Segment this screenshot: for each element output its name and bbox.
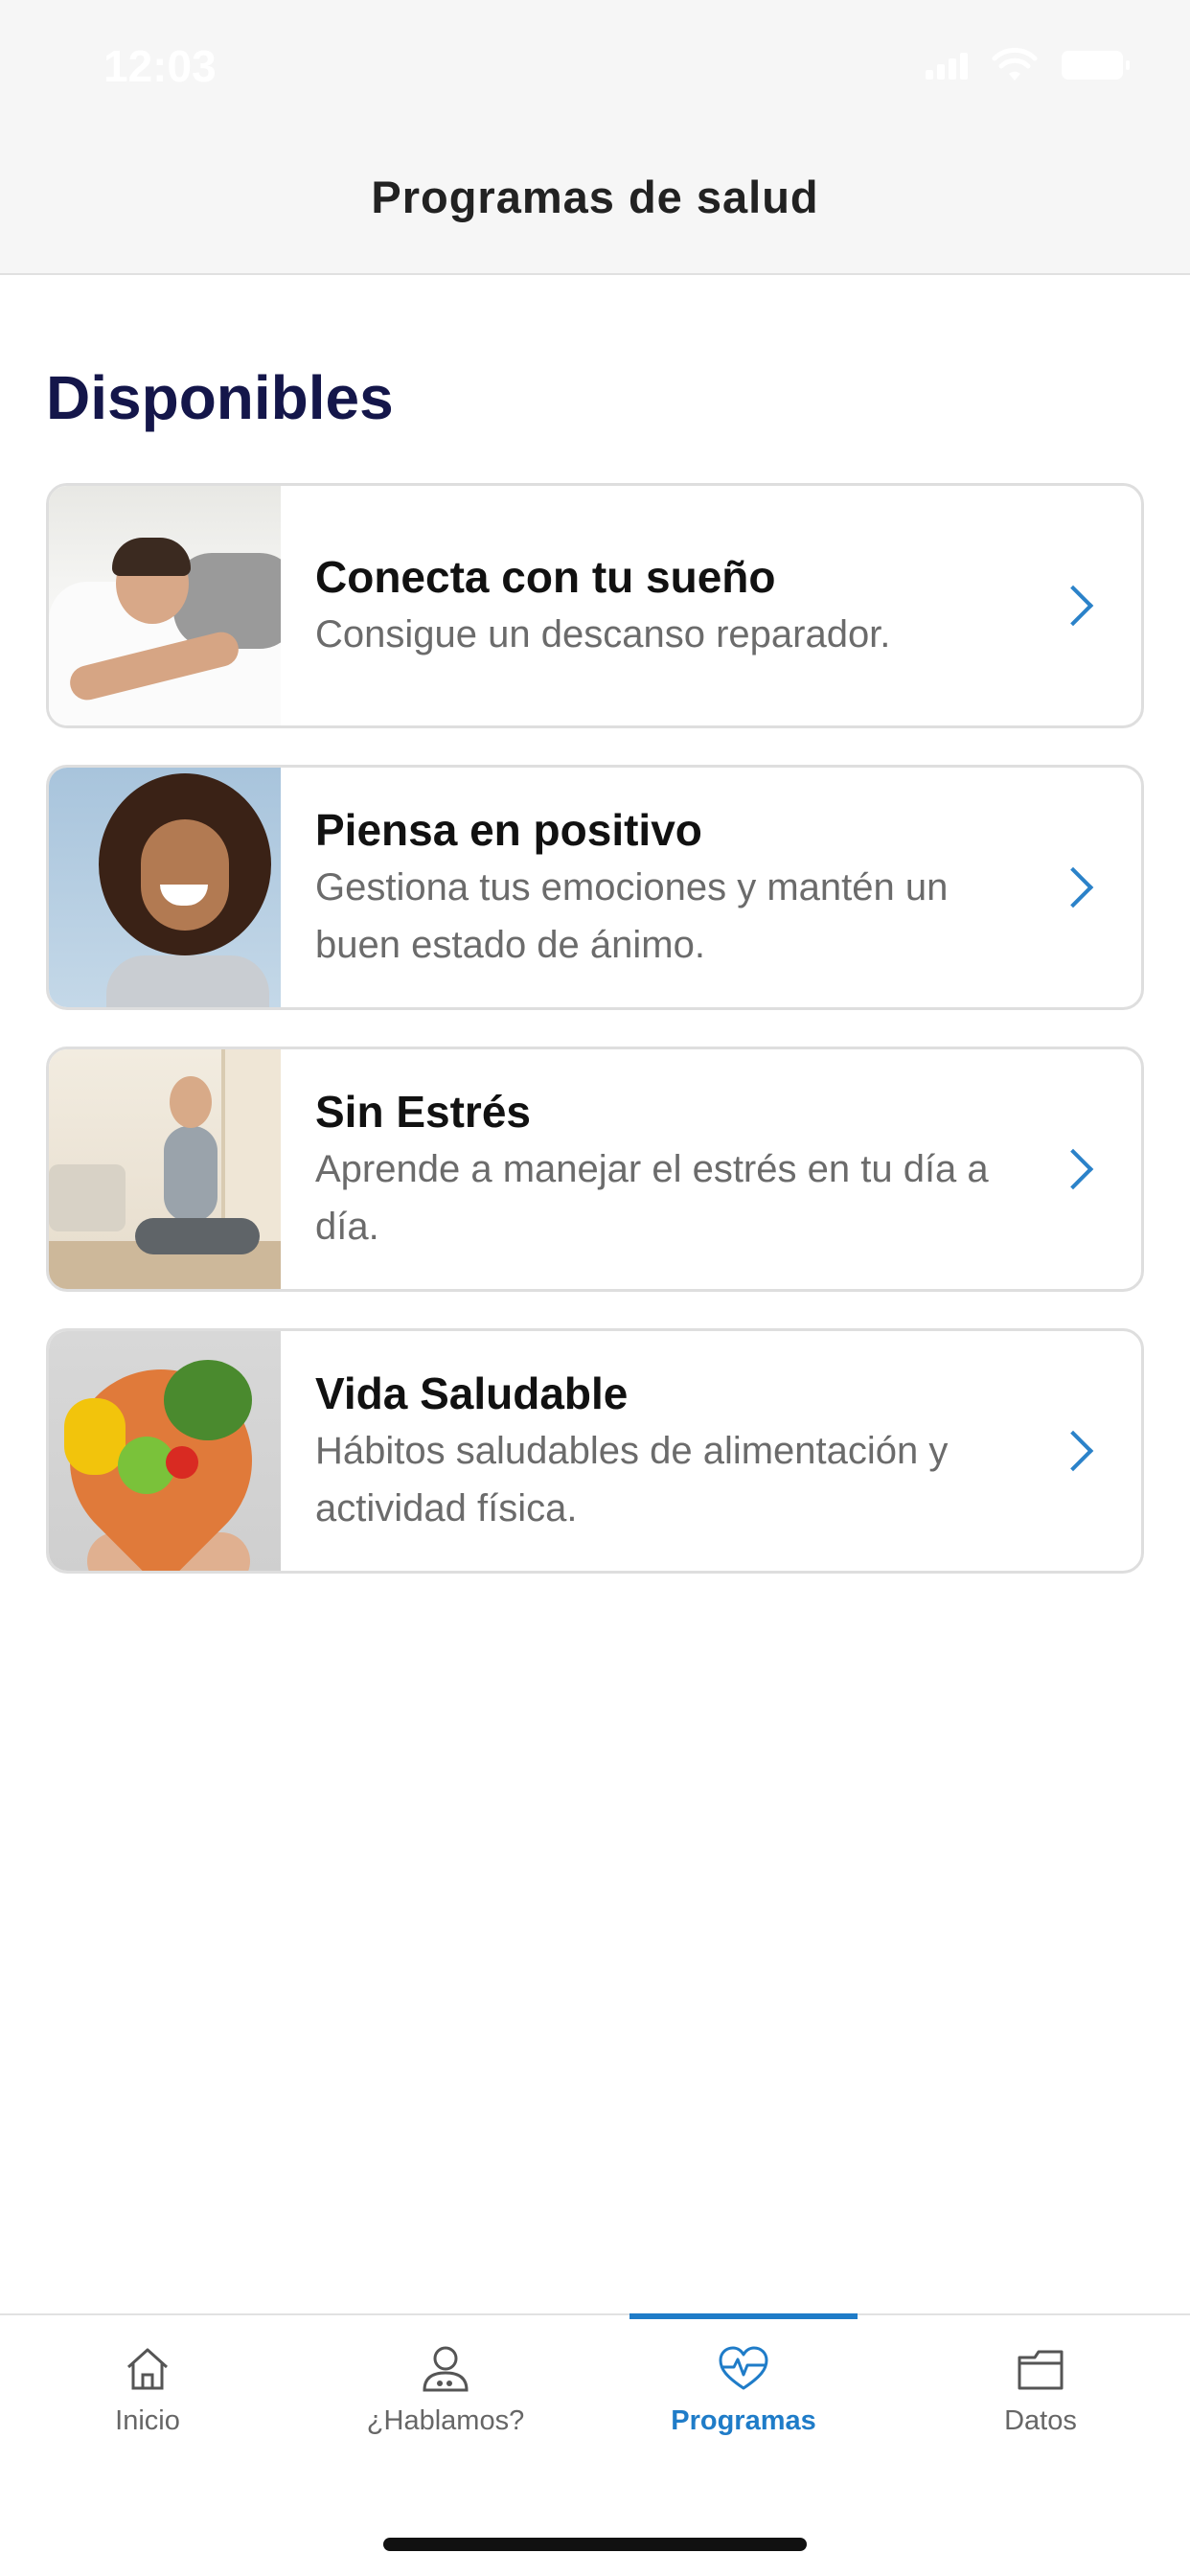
- program-list: Conecta con tu sueño Consigue un descans…: [46, 483, 1144, 1610]
- program-title: Piensa en positivo: [315, 805, 702, 855]
- program-card-positivo[interactable]: Piensa en positivo Gestiona tus emocione…: [46, 765, 1144, 1010]
- status-time: 12:03: [103, 41, 217, 91]
- program-description: Hábitos saludables de alimentación y act…: [315, 1430, 949, 1530]
- person-chat-icon: [423, 2346, 469, 2392]
- folder-icon: [1018, 2350, 1064, 2390]
- wifi-icon: [992, 48, 1038, 80]
- healthy-food-image: [49, 1331, 281, 1571]
- program-card-saludable[interactable]: Vida Saludable Hábitos saludables de ali…: [46, 1328, 1144, 1574]
- tab-bar: Inicio ¿Hablamos? Programas Datos: [0, 2313, 1190, 2576]
- program-description: Gestiona tus emociones y mantén un buen …: [315, 866, 949, 966]
- smiling-woman-image: [49, 768, 281, 1007]
- page-title: Programas de salud: [371, 172, 819, 222]
- tab-hablamos[interactable]: ¿Hablamos?: [321, 2344, 570, 2437]
- section-title: Disponibles: [46, 363, 394, 432]
- program-description: Consigue un descanso reparador.: [315, 613, 891, 656]
- tab-label: ¿Hablamos?: [366, 2405, 525, 2436]
- program-description: Aprende a manejar el estrés en tu día a …: [315, 1148, 989, 1248]
- tab-label: Programas: [671, 2405, 816, 2436]
- top-bar: 12:03 Programas de salud: [0, 0, 1190, 275]
- status-icons: [926, 48, 1130, 82]
- sleeping-man-image: [49, 486, 281, 725]
- active-tab-indicator: [629, 2313, 858, 2319]
- program-card-sueno[interactable]: Conecta con tu sueño Consigue un descans…: [46, 483, 1144, 728]
- tab-label: Datos: [1004, 2405, 1077, 2436]
- program-title: Sin Estrés: [315, 1087, 531, 1137]
- tab-label: Inicio: [115, 2405, 180, 2436]
- home-icon: [126, 2348, 169, 2390]
- heart-pulse-icon: [719, 2346, 768, 2390]
- program-title: Conecta con tu sueño: [315, 552, 776, 602]
- home-indicator[interactable]: [383, 2538, 807, 2551]
- tab-datos[interactable]: Datos: [916, 2344, 1165, 2437]
- battery-icon: [1062, 51, 1130, 80]
- program-card-estres[interactable]: Sin Estrés Aprende a manejar el estrés e…: [46, 1046, 1144, 1292]
- program-title: Vida Saludable: [315, 1368, 629, 1418]
- signal-icon: [926, 51, 968, 80]
- woman-meditating-image: [49, 1049, 281, 1289]
- tab-inicio[interactable]: Inicio: [23, 2344, 272, 2437]
- tab-programas[interactable]: Programas: [619, 2344, 868, 2437]
